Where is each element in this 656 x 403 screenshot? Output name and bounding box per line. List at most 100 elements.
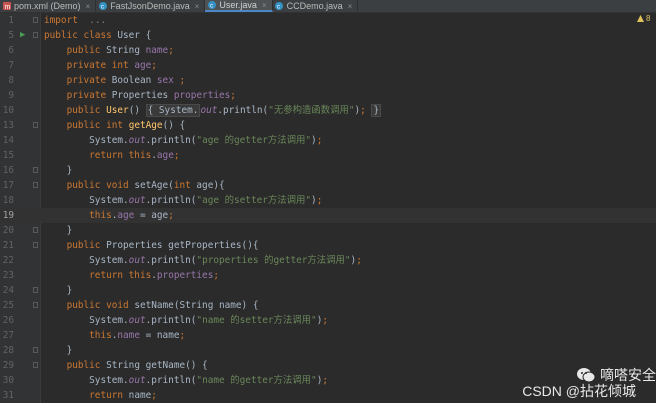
code-token: ;: [322, 315, 328, 326]
code-line[interactable]: 27 this.name = name;: [0, 328, 656, 343]
code-text: }: [44, 283, 73, 298]
code-text: }: [44, 223, 73, 238]
fold-marker-icon[interactable]: [33, 242, 38, 248]
code-token: Properties: [106, 90, 174, 101]
code-token: System.: [44, 375, 129, 386]
fold-marker-icon[interactable]: [33, 302, 38, 308]
inspection-count: 8: [646, 14, 651, 23]
code-line[interactable]: 20 }: [0, 223, 656, 238]
line-number: 8: [8, 75, 14, 86]
class-icon: c: [207, 1, 216, 10]
code-token: ;: [316, 195, 323, 206]
code-line[interactable]: 24 }: [0, 283, 656, 298]
code-text: return this.properties;: [44, 268, 219, 283]
code-line[interactable]: 28 }: [0, 343, 656, 358]
line-number: 7: [8, 60, 14, 71]
code-line[interactable]: 17 public void setAge(int age){: [0, 178, 656, 193]
code-text: public User() { System. out.println("无参构造…: [44, 103, 382, 118]
code-token: getAge: [128, 120, 163, 131]
code-line[interactable]: 1 import ...: [0, 13, 656, 28]
close-icon[interactable]: ×: [86, 2, 91, 11]
svg-text:c: c: [277, 5, 280, 11]
code-text: public int getAge() {: [44, 118, 186, 133]
fold-marker-icon[interactable]: [33, 182, 38, 188]
code-token: ;: [213, 270, 220, 281]
code-line[interactable]: 5 ▶ public class User {: [0, 28, 656, 43]
code-token: return: [89, 390, 124, 401]
code-token: public int: [66, 120, 124, 131]
code-line[interactable]: 25 public void setName(String name) {: [0, 298, 656, 313]
close-icon[interactable]: ×: [262, 1, 267, 10]
code-token: import: [44, 15, 78, 26]
code-text: }: [44, 163, 73, 178]
code-line[interactable]: 6 public String name;: [0, 43, 656, 58]
maven-icon: m: [2, 2, 11, 11]
fold-marker-icon[interactable]: [33, 227, 38, 233]
code-text: public void setAge(int age){: [44, 178, 225, 193]
code-line[interactable]: 10 public User() { System. out.println("无…: [0, 103, 656, 118]
tab-label: CCDemo.java: [286, 1, 343, 11]
code-token: "age 的setter方法调用": [196, 195, 312, 206]
fold-marker-icon[interactable]: [33, 122, 38, 128]
code-token: = name: [139, 330, 180, 341]
line-number: 22: [2, 255, 14, 266]
code-line[interactable]: 7 private int age;: [0, 58, 656, 73]
tab-ccdemo-java[interactable]: c CCDemo.java ×: [273, 0, 359, 12]
code-line[interactable]: 23 return this.properties;: [0, 268, 656, 283]
code-token: Boolean: [106, 75, 157, 86]
tab-user-java[interactable]: c User.java ×: [205, 0, 273, 12]
code-line[interactable]: 15 return this.age;: [0, 148, 656, 163]
code-text: public Properties getProperties(){: [44, 238, 259, 253]
editor-tab-bar: m pom.xml (Demo) × c FastJsonDemo.java × c User…: [0, 0, 656, 13]
code-line[interactable]: 13 public int getAge() {: [0, 118, 656, 133]
code-token: Properties getProperties(){: [100, 240, 259, 251]
code-line[interactable]: 26 System.out.println("name 的setter方法调用"…: [0, 313, 656, 328]
svg-text:c: c: [101, 5, 104, 11]
code-token: }: [44, 225, 73, 236]
tab-label: User.java: [219, 0, 257, 10]
code-line[interactable]: 16 }: [0, 163, 656, 178]
fold-marker-icon[interactable]: [33, 32, 38, 38]
fold-marker-icon[interactable]: [33, 287, 38, 293]
close-icon[interactable]: ×: [195, 2, 200, 11]
run-gutter-icon[interactable]: ▶: [20, 28, 25, 43]
code-token: public: [66, 360, 101, 371]
close-icon[interactable]: ×: [348, 2, 353, 11]
fold-marker-icon[interactable]: [33, 17, 38, 23]
tab-pom-xml-demo[interactable]: m pom.xml (Demo) ×: [0, 0, 97, 12]
code-token: this: [89, 210, 112, 221]
code-line[interactable]: 19 this.age = age;: [0, 208, 656, 223]
inspection-indicator[interactable]: 8: [637, 14, 650, 23]
code-token: .println(: [217, 105, 269, 116]
fold-marker-icon[interactable]: [33, 362, 38, 368]
code-token: this: [89, 330, 112, 341]
code-token: int: [173, 180, 191, 191]
line-number: 16: [2, 165, 14, 176]
fold-marker-icon[interactable]: [33, 347, 38, 353]
code-line[interactable]: 14 System.out.println("age 的getter方法调用")…: [0, 133, 656, 148]
code-line[interactable]: 8 private Boolean sex ;: [0, 73, 656, 88]
code-token: public: [66, 45, 101, 56]
line-number: 27: [2, 330, 14, 341]
tab-fastjsondemo-java[interactable]: c FastJsonDemo.java ×: [96, 0, 206, 12]
code-line[interactable]: 29 public String getName() {: [0, 358, 656, 373]
code-token: age: [134, 60, 152, 71]
code-line[interactable]: 22 System.out.println("properties 的gette…: [0, 253, 656, 268]
fold-marker-icon[interactable]: [33, 167, 38, 173]
code-token: name: [117, 330, 140, 341]
code-line[interactable]: 9 private Properties properties;: [0, 88, 656, 103]
line-number: 30: [2, 375, 14, 386]
code-token: String: [100, 45, 146, 56]
code-token: out: [128, 195, 146, 206]
class-icon: c: [275, 2, 284, 11]
code-line[interactable]: 18 System.out.println("age 的setter方法调用")…: [0, 193, 656, 208]
code-token: age: [156, 150, 174, 161]
code-line[interactable]: 21 public Properties getProperties(){: [0, 238, 656, 253]
code-token: age){: [190, 180, 225, 191]
code-token: (): [128, 105, 146, 116]
